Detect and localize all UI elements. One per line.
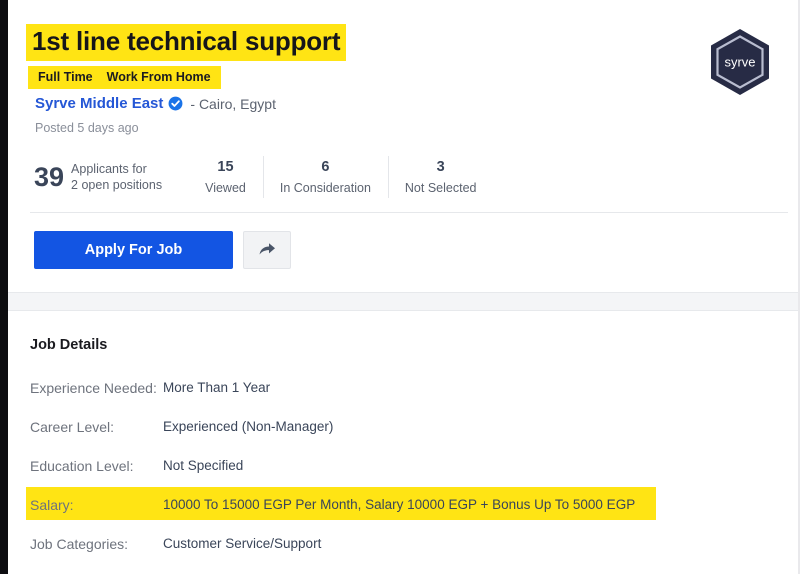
apply-for-job-button[interactable]: Apply For Job (34, 231, 233, 269)
detail-label: Career Level: (30, 418, 115, 435)
applicants-label: Applicants for 2 open positions (71, 161, 162, 193)
company-logo: syrve (704, 26, 776, 98)
detail-label: Experience Needed: (30, 379, 157, 396)
detail-row: Education Level: Not Specified (8, 446, 798, 485)
job-details-card: Job Details Experience Needed: More Than … (8, 311, 798, 574)
detail-label: Education Level: (30, 457, 134, 474)
action-buttons: Apply For Job (34, 231, 291, 269)
detail-row: Career Level: Experienced (Non-Manager) (8, 407, 798, 446)
job-title-row: 1st line technical support (26, 24, 347, 61)
job-details-list: Experience Needed: More Than 1 Year Career… (8, 368, 798, 563)
detail-value: Customer Service/Support (163, 536, 322, 551)
applicants-count: 39 (34, 161, 65, 192)
syrve-hexagon-logo-icon: syrve (711, 29, 769, 95)
stat-applicants: 39 Applicants for 2 open positions (34, 152, 188, 202)
detail-value: Experienced (Non-Manager) (163, 419, 334, 434)
verified-badge-icon (168, 96, 183, 111)
stat-not-selected-label: Not Selected (404, 180, 477, 195)
job-posting-page: syrve 1st line technical support Full Ti… (0, 0, 800, 574)
stat-viewed-label: Viewed (205, 180, 246, 195)
applicants-label-line2: 2 open positions (71, 178, 163, 192)
job-tag-work-mode: Work From Home (106, 70, 211, 84)
logo-text: syrve (724, 55, 755, 70)
page-title: 1st line technical support (26, 24, 347, 61)
job-header-card: syrve 1st line technical support Full Ti… (8, 0, 798, 292)
detail-value: More Than 1 Year (163, 380, 271, 395)
detail-label: Salary: (30, 496, 74, 513)
detail-row: Job Categories: Customer Service/Support (8, 524, 798, 563)
posted-date: Posted 5 days ago (35, 121, 139, 135)
job-tags: Full Time Work From Home (28, 66, 221, 89)
left-gutter-bar (0, 0, 8, 574)
applicants-label-line1: Applicants for (71, 162, 147, 176)
company-name-link[interactable]: Syrve Middle East (35, 95, 163, 112)
detail-value: 10000 To 15000 EGP Per Month, Salary 100… (163, 497, 636, 512)
share-arrow-icon (257, 239, 277, 262)
job-tag-employment-type: Full Time (38, 70, 93, 84)
stat-viewed: 15 Viewed (188, 152, 263, 202)
stat-in-consideration-label: In Consideration (279, 180, 371, 195)
section-separator-band (8, 292, 798, 311)
detail-value: Not Specified (163, 458, 244, 473)
detail-label: Job Categories: (30, 535, 129, 552)
detail-row: Salary: 10000 To 15000 EGP Per Month, Sal… (8, 485, 798, 524)
stat-not-selected: 3 Not Selected (387, 152, 494, 202)
job-location: - Cairo, Egypt (190, 95, 276, 112)
stat-in-consideration: 6 In Consideration (262, 152, 388, 202)
stat-in-consideration-value: 6 (321, 158, 330, 175)
stat-not-selected-value: 3 (436, 158, 445, 175)
share-button[interactable] (243, 231, 291, 269)
detail-row: Experience Needed: More Than 1 Year (8, 368, 798, 407)
stat-viewed-value: 15 (217, 158, 234, 175)
applicant-stats: 39 Applicants for 2 open positions 15 Vi… (34, 152, 493, 202)
job-details-heading: Job Details (30, 337, 108, 353)
company-row: Syrve Middle East - Cairo, Egypt (35, 95, 276, 112)
header-divider (30, 212, 788, 213)
